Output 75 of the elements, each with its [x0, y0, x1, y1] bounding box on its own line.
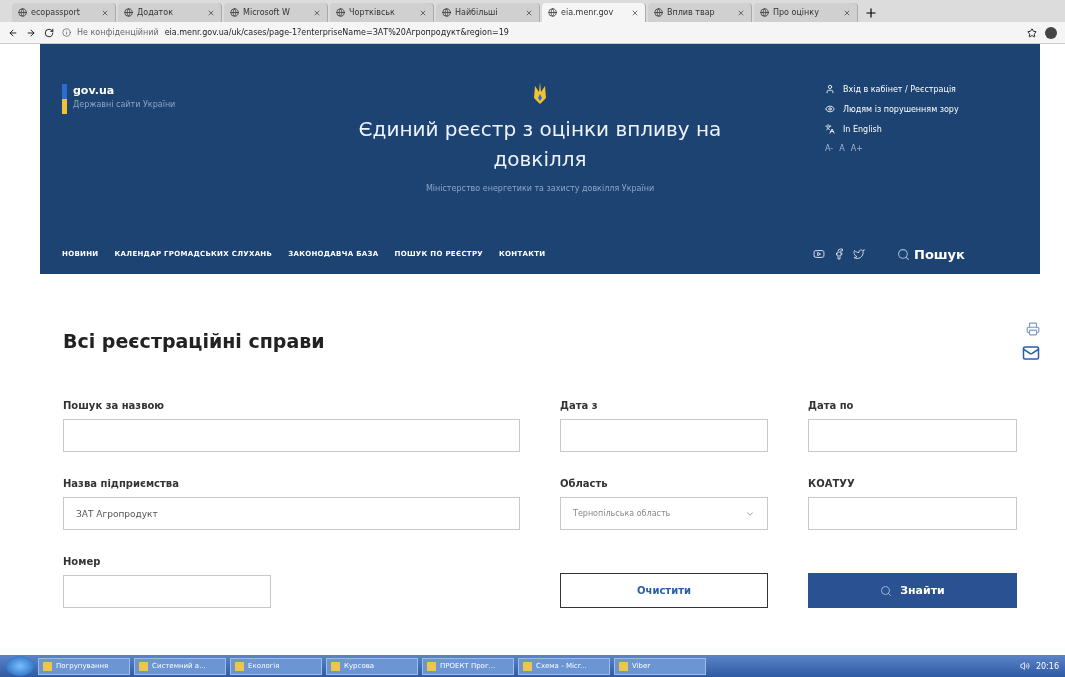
globe-icon	[442, 8, 451, 17]
security-label: Не конфіденційний	[77, 28, 159, 37]
input-field[interactable]	[63, 575, 271, 608]
forward-icon[interactable]	[26, 27, 36, 38]
font-size-link[interactable]: A-	[825, 144, 834, 153]
header-link[interactable]: Людям із порушенням зору	[825, 104, 1040, 114]
input-field[interactable]: ЗАТ Агропродукт	[63, 497, 520, 530]
close-icon[interactable]	[207, 8, 215, 17]
browser-tab[interactable]: Вплив твар	[648, 3, 752, 22]
search-icon	[880, 584, 893, 597]
brand-name[interactable]: gov.ua	[73, 84, 176, 97]
close-icon[interactable]	[737, 8, 745, 17]
close-icon[interactable]	[631, 8, 639, 17]
close-icon[interactable]	[101, 8, 109, 17]
close-icon[interactable]	[419, 8, 427, 17]
site-title: Єдиний реєстр з оцінки впливу на довкілля	[357, 116, 723, 173]
globe-icon	[124, 8, 133, 17]
close-icon[interactable]	[525, 8, 533, 17]
back-icon[interactable]	[8, 27, 18, 38]
clock: 20:16	[1035, 661, 1059, 671]
field-label: Пошук за назвою	[63, 400, 166, 411]
field-label: Назва підприємства	[63, 478, 180, 489]
user-icon	[825, 84, 835, 94]
search-icon	[897, 247, 910, 261]
field-label: Дата з	[560, 400, 599, 411]
clear-button[interactable]: Очистити	[560, 573, 768, 608]
globe-icon	[18, 8, 27, 17]
font-size-link[interactable]: A	[839, 144, 845, 153]
globe-icon	[548, 8, 557, 17]
twitter-icon[interactable]	[853, 248, 865, 260]
page-heading: Всі реєстраційні справи	[63, 330, 325, 352]
browser-tab[interactable]: Найбільші	[436, 3, 540, 22]
print-icon[interactable]	[1026, 322, 1040, 336]
search-link[interactable]: Пошук	[897, 246, 965, 262]
translate-icon	[825, 124, 835, 134]
bookmark-icon[interactable]	[1027, 27, 1037, 38]
browser-tab[interactable]: eia.menr.gov	[542, 3, 646, 22]
globe-icon	[654, 8, 663, 17]
input-field[interactable]	[808, 497, 1017, 530]
site-subtitle: Міністерство енергетики та захисту довкілля України	[425, 184, 655, 193]
font-size-link[interactable]: A+	[850, 144, 863, 153]
header-link[interactable]: In English	[825, 124, 1040, 134]
input-field[interactable]	[560, 419, 768, 452]
globe-icon	[230, 8, 239, 17]
mail-icon[interactable]	[1022, 344, 1040, 362]
field-label: Номер	[63, 556, 102, 567]
browser-tab[interactable]: Чортківськ	[330, 3, 434, 22]
info-icon	[62, 28, 71, 37]
video-icon[interactable]	[813, 248, 825, 260]
close-icon[interactable]	[843, 8, 851, 17]
new-tab-icon[interactable]	[864, 6, 878, 20]
input-field[interactable]	[63, 419, 520, 452]
field-label: Дата по	[808, 400, 855, 411]
reload-icon[interactable]	[44, 27, 54, 38]
eye-icon	[825, 104, 835, 114]
url-text[interactable]: eia.menr.gov.ua/uk/cases/page-1?enterpriseName=ЗАТ%20Агропродукт&region=19	[164, 28, 509, 37]
find-button[interactable]: Знайти	[808, 573, 1017, 608]
region-select[interactable]: Тернопільська область	[560, 497, 768, 530]
close-icon[interactable]	[313, 8, 321, 17]
field-label: КОАТУУ	[808, 478, 856, 489]
field-label: Область	[560, 478, 609, 489]
header-link[interactable]: Вхід в кабінет / Реєстрація	[825, 84, 1040, 94]
browser-tab[interactable]: Додаток	[118, 3, 222, 22]
globe-icon	[336, 8, 345, 17]
profile-avatar[interactable]	[1045, 26, 1057, 39]
volume-icon[interactable]	[1019, 661, 1030, 671]
globe-icon	[760, 8, 769, 17]
start-button[interactable]	[6, 656, 34, 676]
browser-tab[interactable]: ecopassport	[12, 3, 116, 22]
brand-subtitle: Державні сайти України	[73, 100, 176, 109]
flag-icon	[62, 84, 67, 114]
browser-tab[interactable]: Про оцінку	[754, 3, 858, 22]
facebook-icon[interactable]	[833, 248, 845, 260]
browser-tab[interactable]: Microsoft W	[224, 3, 328, 22]
input-field[interactable]	[808, 419, 1017, 452]
